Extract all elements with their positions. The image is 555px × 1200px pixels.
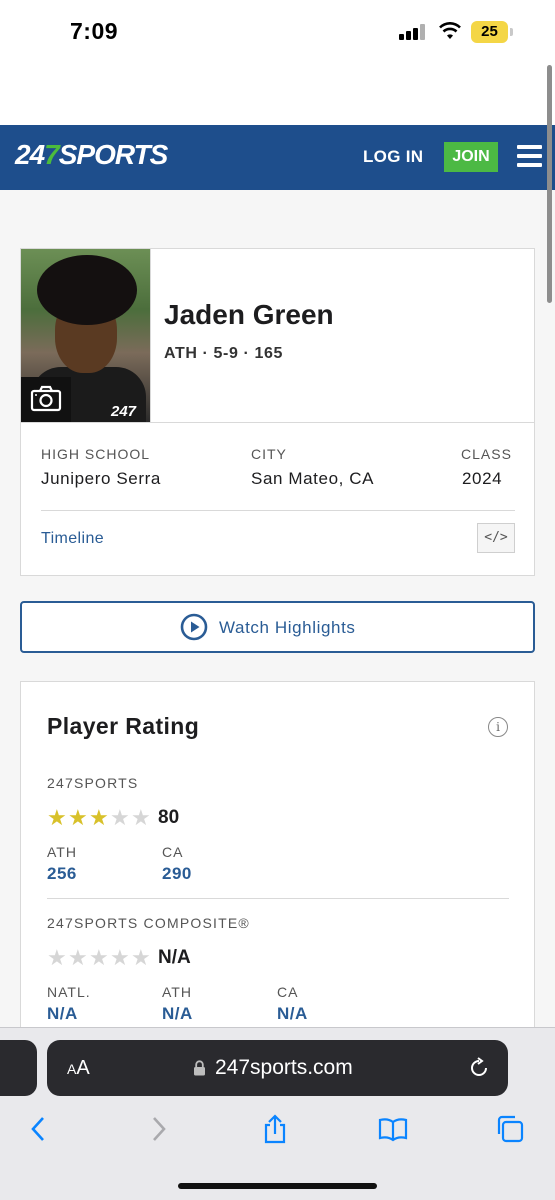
player-position-height-weight: ATH · 5-9 · 165 (164, 345, 283, 362)
player-profile-card: 247 Jaden Green ATH · 5-9 · 165 HIGH SCH… (20, 248, 535, 576)
menu-icon[interactable] (517, 145, 542, 167)
composite-rank-label-state: CA (277, 984, 299, 1000)
player-rating-card: Player Rating i 247SPORTS ★ ★ ★ ★ ★ 80 ATH 2… (20, 681, 535, 1041)
info-icon[interactable]: i (488, 717, 508, 737)
site-header: 247SPORTS LOG IN JOIN (0, 125, 555, 190)
star-empty-icon: ★ (68, 945, 88, 970)
star-empty-icon: ★ (131, 805, 151, 830)
divider (47, 898, 509, 899)
back-icon[interactable] (24, 1114, 54, 1144)
bookmarks-icon[interactable] (378, 1114, 408, 1144)
star-empty-icon: ★ (89, 945, 109, 970)
signal-icon (399, 24, 429, 40)
composite-rank-value-position[interactable]: N/A (162, 1004, 193, 1024)
city-label: CITY (251, 446, 287, 462)
logo-suffix: SPORTS (58, 139, 169, 170)
logo-seven: 7 (44, 139, 60, 170)
share-icon[interactable] (260, 1114, 290, 1144)
scrollbar-thumb[interactable] (547, 65, 552, 303)
composite-rank-label-position: ATH (162, 984, 192, 1000)
rank-value-position[interactable]: 256 (47, 864, 77, 884)
wifi-icon (439, 22, 461, 39)
composite-rank-value-national[interactable]: N/A (47, 1004, 78, 1024)
status-bar: 7:09 25 (0, 0, 555, 62)
star-empty-icon: ★ (47, 945, 67, 970)
photo-watermark: 247 (111, 403, 137, 420)
player-name: Jaden Green (164, 299, 334, 330)
browser-toolbar: AA 247sports.com (0, 1027, 555, 1200)
composite-score: N/A (158, 947, 191, 968)
247sports-rating-label: 247SPORTS (47, 775, 139, 791)
composite-rating-label: 247SPORTS COMPOSITE® (47, 915, 250, 931)
tabs-icon[interactable] (495, 1114, 525, 1144)
join-button[interactable]: JOIN (444, 142, 498, 172)
high-school-value: Junipero Serra (41, 469, 161, 488)
watch-highlights-label: Watch Highlights (219, 618, 356, 637)
camera-icon (30, 385, 62, 412)
composite-rank-value-state[interactable]: N/A (277, 1004, 308, 1024)
divider (41, 510, 515, 511)
reload-icon[interactable] (468, 1057, 490, 1079)
camera-button[interactable] (21, 377, 71, 422)
page-settings-button[interactable]: AA (67, 1057, 90, 1080)
rank-label-state: CA (162, 844, 184, 860)
play-icon (180, 613, 208, 641)
rank-value-state[interactable]: 290 (162, 864, 192, 884)
rank-label-position: ATH (47, 844, 77, 860)
home-indicator (178, 1183, 377, 1189)
address-bar[interactable]: AA 247sports.com (47, 1040, 508, 1096)
class-label: CLASS (461, 446, 512, 462)
timeline-link[interactable]: Timeline (41, 530, 104, 548)
star-filled-icon: ★ (47, 805, 67, 830)
player-photo[interactable]: 247 (21, 249, 151, 422)
class-value: 2024 (462, 469, 503, 488)
lock-icon (194, 1060, 205, 1076)
embed-code-button[interactable]: </> (477, 523, 515, 553)
url-text: 247sports.com (215, 1056, 353, 1079)
status-time: 7:09 (70, 18, 119, 44)
previous-tab-peek[interactable] (0, 1040, 37, 1096)
star-filled-icon: ★ (89, 805, 109, 830)
battery-nub (510, 28, 513, 36)
star-filled-icon: ★ (68, 805, 88, 830)
battery-indicator: 25 (471, 21, 508, 43)
forward-icon[interactable] (143, 1114, 173, 1144)
star-empty-icon: ★ (110, 945, 130, 970)
login-link[interactable]: LOG IN (363, 147, 423, 167)
player-rating-title: Player Rating (47, 713, 200, 739)
high-school-label: HIGH SCHOOL (41, 446, 151, 462)
logo-247sports[interactable]: 247SPORTS (15, 139, 169, 171)
divider (21, 422, 534, 423)
city-value: San Mateo, CA (251, 469, 375, 488)
star-empty-icon: ★ (110, 805, 130, 830)
logo-prefix: 24 (15, 139, 45, 170)
star-empty-icon: ★ (131, 945, 151, 970)
watch-highlights-button[interactable]: Watch Highlights (20, 601, 535, 653)
composite-rank-label-national: NATL. (47, 984, 91, 1000)
247sports-score: 80 (158, 807, 180, 828)
